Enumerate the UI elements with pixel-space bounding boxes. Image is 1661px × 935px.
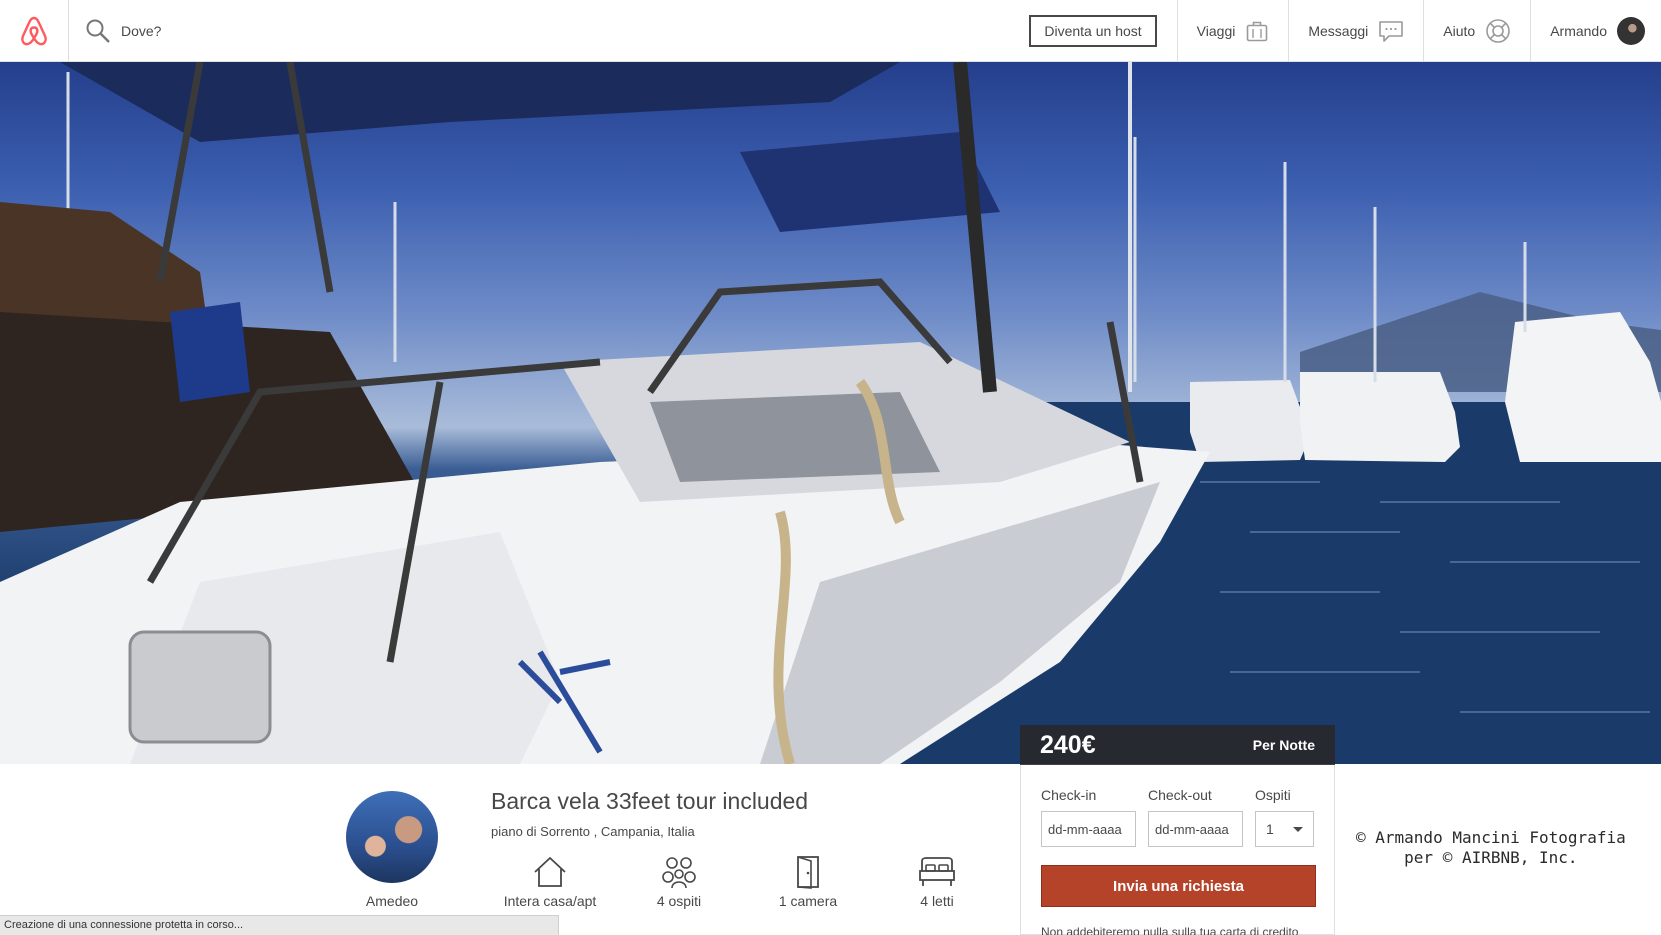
feature-guests-label: 4 ospiti (656, 893, 702, 909)
become-host-button[interactable]: Diventa un host (1029, 14, 1157, 47)
nav-messages-label: Messaggi (1308, 22, 1369, 39)
feature-room-type-label: Intera casa/apt (503, 893, 597, 909)
guests-value: 1 (1266, 821, 1274, 837)
search-input[interactable] (121, 22, 421, 39)
airbnb-logo[interactable] (0, 0, 69, 61)
door-icon (797, 856, 819, 889)
booking-panel: Check-in Check-out Ospiti 1 Invia una ri… (1020, 765, 1335, 935)
feature-bedrooms: 1 camera (748, 855, 868, 909)
airbnb-logo-icon (21, 16, 47, 45)
listing-title: Barca vela 33feet tour included (491, 788, 809, 814)
request-booking-button[interactable]: Invia una richiesta (1041, 865, 1316, 907)
top-nav-bar: Diventa un host Viaggi Messaggi Aiuto (0, 0, 1661, 62)
booking-field-labels: Check-in Check-out Ospiti (1041, 787, 1314, 803)
host-cta-wrap: Diventa un host (1029, 0, 1176, 61)
checkout-field[interactable] (1148, 811, 1243, 847)
feature-guests: 4 ospiti (619, 855, 739, 909)
host-name[interactable]: Amedeo (346, 893, 438, 909)
nightly-price: 240€ (1040, 730, 1096, 759)
booking-fields: 1 (1041, 811, 1314, 847)
no-charge-note: Non addebiteremo nulla sulla tua carta d… (1041, 925, 1299, 935)
price-bar: 240€ Per Notte (1020, 725, 1335, 765)
feature-room-type: Intera casa/apt (490, 855, 610, 909)
search-bar (69, 0, 1029, 61)
avatar (1617, 16, 1645, 45)
hero-photo (0, 62, 1661, 764)
per-night-label: Per Notte (1252, 737, 1315, 753)
browser-status-bar: Creazione di una connessione protetta in… (0, 915, 559, 935)
chevron-down-icon (1293, 826, 1303, 832)
nav-user-menu[interactable]: Armando (1530, 0, 1661, 61)
checkout-label: Check-out (1148, 787, 1212, 803)
feature-bedrooms-label: 1 camera (778, 893, 838, 909)
guests-label: Ospiti (1255, 787, 1291, 803)
suitcase-icon (1247, 21, 1268, 41)
nav-help[interactable]: Aiuto (1423, 0, 1530, 61)
watermark-line-2: per © AIRBNB, Inc. (1404, 848, 1578, 867)
host-avatar[interactable] (346, 791, 438, 883)
feature-beds-label: 4 letti (920, 893, 954, 909)
search-icon (86, 19, 110, 43)
chat-icon (1379, 20, 1404, 42)
checkin-field[interactable] (1041, 811, 1136, 847)
guests-select[interactable]: 1 (1255, 811, 1314, 847)
house-icon (534, 857, 566, 887)
nav-trips[interactable]: Viaggi (1176, 0, 1289, 61)
nav-trips-label: Viaggi (1196, 22, 1236, 39)
guests-icon (662, 857, 696, 889)
nav-user-label: Armando (1550, 22, 1607, 39)
lifebuoy-icon (1486, 18, 1510, 43)
bed-icon (919, 857, 955, 886)
photo-watermark: © Armando Mancini Fotografia per © AIRBN… (1356, 828, 1626, 868)
nav-help-label: Aiuto (1443, 22, 1476, 39)
sailboat-photo (0, 62, 1661, 764)
watermark-line-1: © Armando Mancini Fotografia (1356, 828, 1626, 847)
checkin-label: Check-in (1041, 787, 1097, 803)
feature-beds: 4 letti (877, 855, 997, 909)
listing-location[interactable]: piano di Sorrento , Campania, Italia (491, 824, 695, 839)
nav-messages[interactable]: Messaggi (1288, 0, 1423, 61)
